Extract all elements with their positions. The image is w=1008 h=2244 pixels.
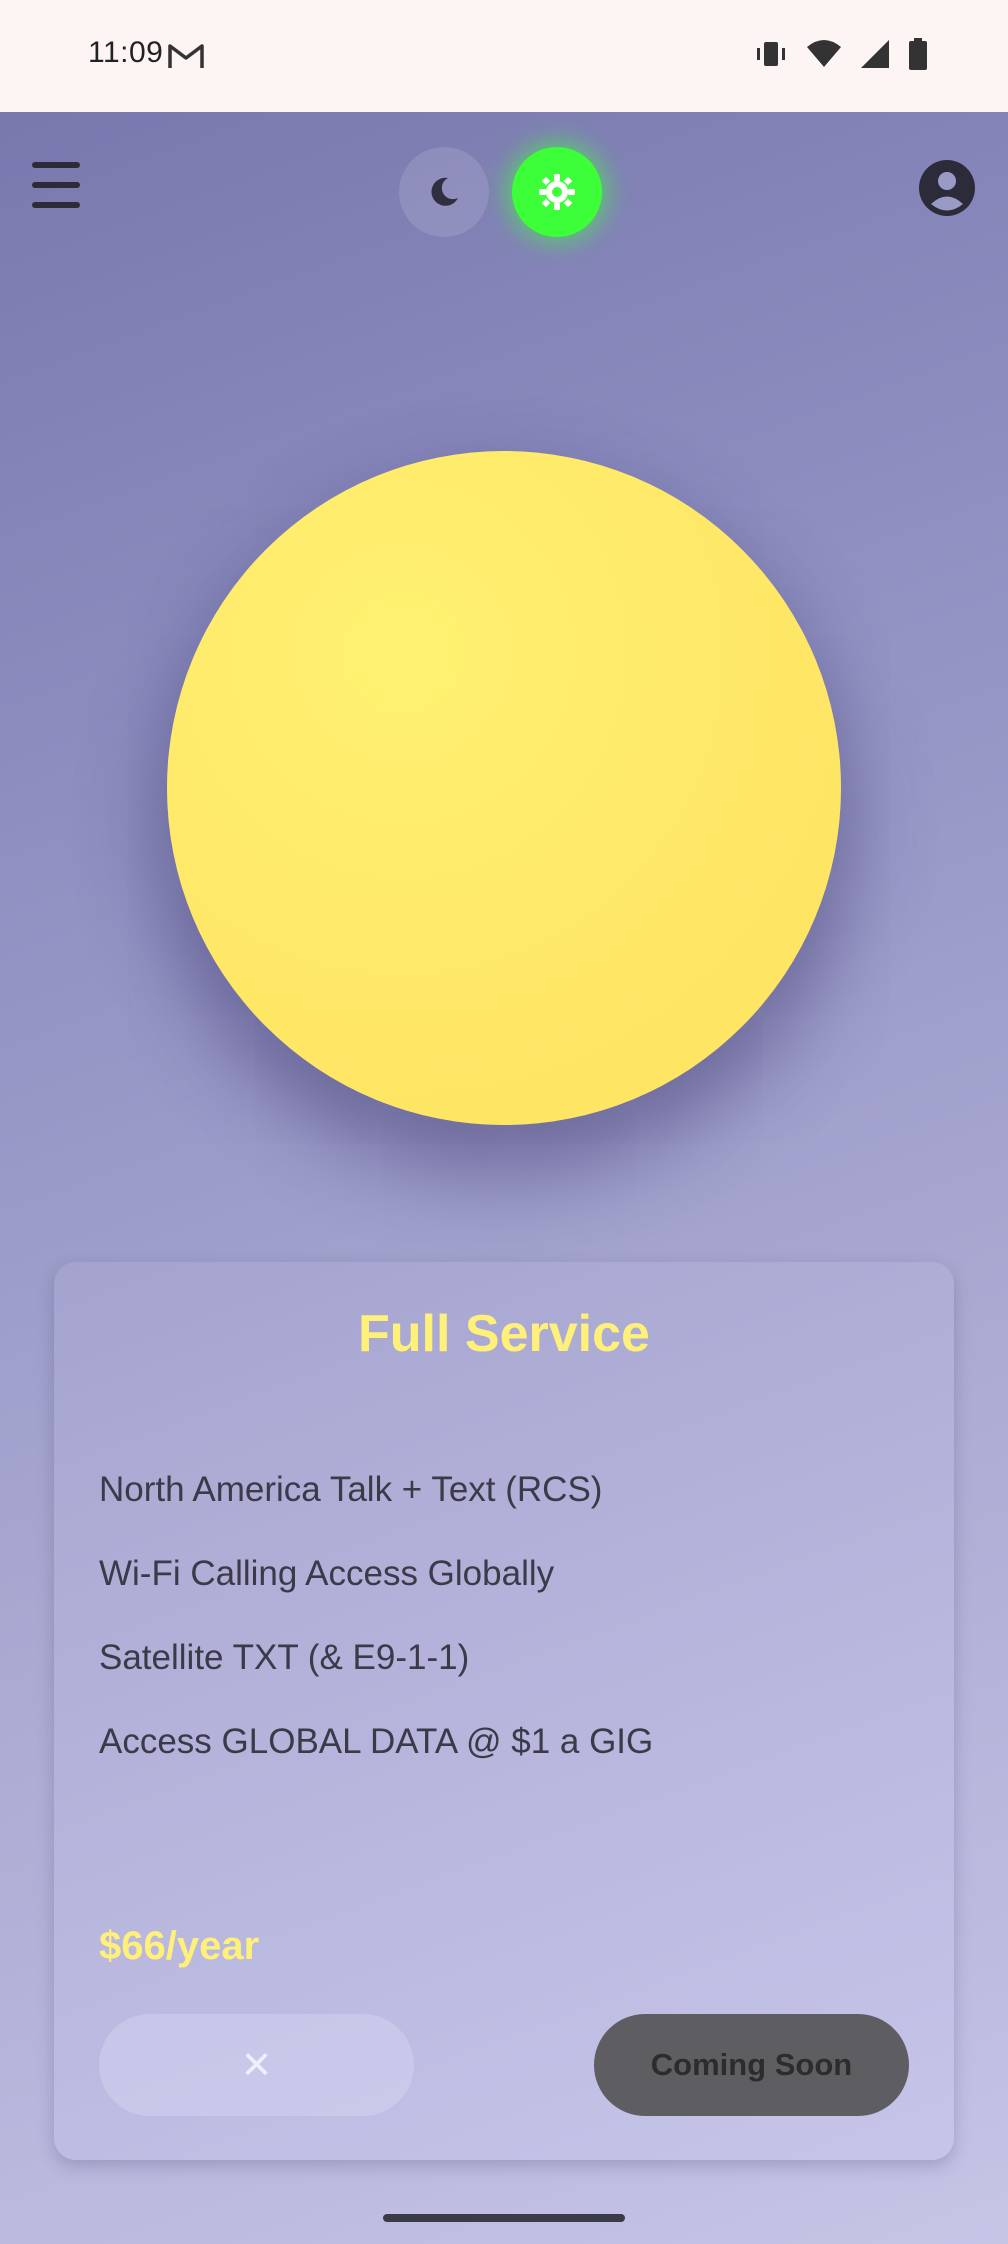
hamburger-menu-icon[interactable] [32,162,82,208]
dark-mode-button[interactable] [399,147,489,237]
home-indicator[interactable] [383,2214,625,2222]
status-time: 11:09 [88,36,164,69]
plan-card: Full Service North America Talk + Text (… [54,1262,954,2160]
close-button[interactable]: ✕ [99,2014,414,2116]
feature-item: North America Talk + Text (RCS) [99,1470,603,1509]
feature-item: Satellite TXT (& E9-1-1) [99,1638,470,1677]
vibrate-icon [757,42,785,66]
gmail-icon [168,44,204,68]
sun-icon [539,174,575,210]
status-icons [754,38,928,70]
battery-icon [909,38,927,70]
plan-price: $66/year [99,1924,260,1968]
feature-item: Wi-Fi Calling Access Globally [99,1554,555,1593]
light-mode-button[interactable] [512,147,602,237]
moon-icon [431,177,458,206]
coming-soon-button[interactable]: Coming Soon [594,2014,909,2116]
plan-title: Full Service [358,1305,650,1363]
wifi-icon [807,40,841,67]
status-orb[interactable] [167,451,841,1125]
account-circle-icon[interactable] [918,159,976,217]
status-bar: 11:09 [0,0,1008,112]
cellular-signal-icon [861,40,889,68]
feature-item: Access GLOBAL DATA @ $1 a GIG [99,1722,654,1761]
